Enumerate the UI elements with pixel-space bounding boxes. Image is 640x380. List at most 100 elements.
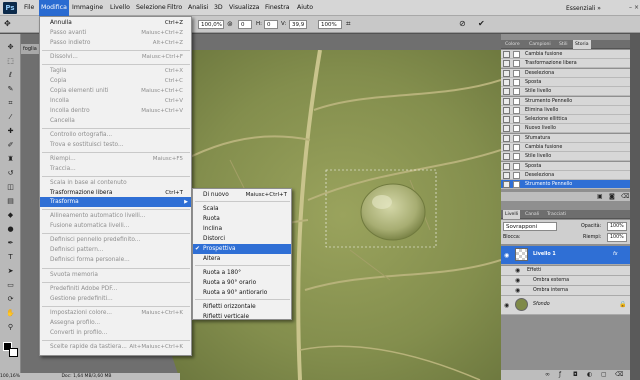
history-source-checkbox[interactable]: [503, 181, 510, 189]
menu-finestra[interactable]: Finestra: [265, 0, 290, 16]
edit-menu-item[interactable]: Annulla Ctrl+Z: [40, 18, 191, 28]
shape-tool-icon[interactable]: ▭: [3, 280, 18, 290]
history-source-checkbox[interactable]: [503, 60, 510, 68]
layer-effects-row[interactable]: ◉ Effetti: [501, 266, 631, 276]
history-state[interactable]: Stile livello: [501, 87, 631, 97]
zoom-tool-icon[interactable]: ⚲: [3, 322, 18, 332]
history-source-checkbox[interactable]: [503, 88, 510, 96]
edit-menu-item[interactable]: Passo avanti Maiusc+Ctrl+Z: [40, 28, 191, 38]
link-icon[interactable]: ⊚: [227, 19, 233, 29]
history-source-checkbox[interactable]: [503, 171, 510, 179]
edit-menu-item[interactable]: Impostazioni colore... Maiusc+Ctrl+K: [40, 308, 191, 318]
transform-menu-item[interactable]: Distorci: [193, 234, 291, 244]
edit-menu-item[interactable]: Scelte rapide da tastiera... Alt+Maiusc+C…: [40, 342, 191, 352]
path-select-icon[interactable]: ➤: [3, 266, 18, 276]
transform-menu-item[interactable]: Altera: [193, 254, 291, 264]
transform-menu-item[interactable]: Ruota: [193, 214, 291, 224]
menu-analisi[interactable]: Analisi: [188, 0, 208, 16]
fill-field[interactable]: 100%: [607, 233, 627, 242]
move-tool-icon[interactable]: ✥: [3, 42, 18, 52]
history-state[interactable]: Stile livello: [501, 152, 631, 162]
edit-menu-item[interactable]: Copia Ctrl+C: [40, 76, 191, 86]
trash-icon[interactable]: ⌫: [621, 192, 629, 201]
camera-icon[interactable]: ◙: [609, 192, 615, 201]
blend-mode-select[interactable]: Sovrapponi: [503, 222, 557, 231]
healing-brush-icon[interactable]: ✚: [3, 126, 18, 136]
edit-menu-item[interactable]: Trova e sostituisci testo...: [40, 140, 191, 150]
angle-field[interactable]: 0: [238, 20, 252, 29]
tab-campioni[interactable]: Campioni: [527, 40, 553, 49]
menu-selezione[interactable]: Selezione: [136, 0, 166, 16]
history-state[interactable]: Deseleziona: [501, 170, 631, 180]
eraser-icon[interactable]: ◫: [3, 182, 18, 192]
lasso-tool-icon[interactable]: ℓ: [3, 70, 18, 80]
warp-icon[interactable]: ⌗: [346, 19, 351, 29]
transform-menu-item[interactable]: Ruota a 90° orario: [193, 278, 291, 288]
history-source-checkbox[interactable]: [503, 134, 510, 142]
clone-stamp-icon[interactable]: ♜: [3, 154, 18, 164]
edit-menu-item[interactable]: Scala in base al contenuto: [40, 178, 191, 188]
tab-livelli[interactable]: Livelli: [503, 210, 521, 219]
eye-icon[interactable]: ◉: [515, 276, 520, 286]
history-state[interactable]: Strumento Pennello: [501, 96, 631, 106]
window-controls[interactable]: – ×: [621, 3, 639, 13]
mask-icon[interactable]: ◘: [573, 370, 578, 380]
marquee-tool-icon[interactable]: ⬚: [3, 56, 18, 66]
edit-menu-item[interactable]: Definisci forma personale...: [40, 255, 191, 265]
zoom-field[interactable]: 100,0%: [198, 20, 224, 29]
history-state[interactable]: Sposta: [501, 77, 631, 87]
transform-menu-item[interactable]: Rifletti orizzontale: [193, 302, 291, 312]
history-source-checkbox[interactable]: [503, 51, 510, 58]
history-source-checkbox[interactable]: [503, 162, 510, 170]
transform-menu-item[interactable]: Di nuovo Maiusc+Ctrl+T: [193, 190, 291, 200]
edit-menu-item[interactable]: Assegna profilo...: [40, 318, 191, 328]
menu-3d[interactable]: 3D: [214, 0, 223, 16]
tab-canali[interactable]: Canali: [523, 210, 541, 219]
tab-storia[interactable]: Storia: [573, 40, 591, 49]
tab-stili[interactable]: Stili: [557, 40, 570, 49]
edit-menu-item[interactable]: Definisci pennello predefinito...: [40, 235, 191, 245]
effect-inner-shadow-row[interactable]: ◉ Ombra interna: [501, 286, 631, 296]
menu-modifica[interactable]: Modifica: [39, 0, 69, 16]
status-zoom[interactable]: 100,16%: [0, 374, 20, 379]
cancel-transform-icon[interactable]: ⊘: [459, 19, 466, 29]
edit-menu-item[interactable]: Svuota memoria: [40, 270, 191, 280]
blur-tool-icon[interactable]: ◆: [3, 210, 18, 220]
dodge-tool-icon[interactable]: ●: [3, 224, 18, 234]
link-layers-icon[interactable]: ∞: [545, 370, 550, 380]
tab-colore[interactable]: Colore: [503, 40, 522, 49]
workspace-switcher[interactable]: Essenziali »: [566, 4, 618, 13]
history-state[interactable]: Deseleziona: [501, 68, 631, 78]
new-layer-icon[interactable]: ▢: [601, 370, 607, 380]
edit-menu-item[interactable]: Taglia Ctrl+X: [40, 66, 191, 76]
edit-menu-item[interactable]: Passo indietro Alt+Ctrl+Z: [40, 38, 191, 48]
history-state[interactable]: Sposta: [501, 161, 631, 171]
history-state[interactable]: Elimina livello: [501, 105, 631, 115]
history-state[interactable]: Strumento Pennello: [501, 180, 631, 190]
pen-tool-icon[interactable]: ✒: [3, 238, 18, 248]
history-source-checkbox[interactable]: [503, 69, 510, 77]
snapshot-icon[interactable]: ▣: [597, 192, 603, 201]
history-state[interactable]: Sfumatura: [501, 133, 631, 143]
layer-row-sfondo[interactable]: ◉ Sfondo 🔒: [501, 296, 631, 315]
history-source-checkbox[interactable]: [503, 97, 510, 105]
menu-filtro[interactable]: Filtro: [167, 0, 182, 16]
edit-menu-item[interactable]: Dissolvi... Maiusc+Ctrl+F: [40, 52, 191, 62]
opacity-field[interactable]: 100%: [607, 222, 627, 231]
background-color-swatch[interactable]: [9, 348, 18, 357]
menu-aiuto[interactable]: Aiuto: [297, 0, 313, 16]
adjustment-icon[interactable]: ◐: [587, 370, 592, 380]
3d-rotate-icon[interactable]: ⟳: [3, 294, 18, 304]
history-state[interactable]: Cambia fusione: [501, 50, 631, 59]
history-state[interactable]: Nuovo livello: [501, 124, 631, 134]
menu-file[interactable]: File: [24, 0, 34, 16]
tab-tracciati[interactable]: Tracciati: [545, 210, 568, 219]
trash-icon[interactable]: ⌫: [615, 370, 623, 380]
eyedropper-icon[interactable]: ⁄: [3, 112, 18, 122]
panel-collapse-strip[interactable]: [630, 34, 640, 380]
history-state[interactable]: Trasformazione libera: [501, 59, 631, 69]
quick-select-icon[interactable]: ✎: [3, 84, 18, 94]
eye-icon[interactable]: ◉: [504, 302, 509, 309]
brush-tool-icon[interactable]: ✐: [3, 140, 18, 150]
history-source-checkbox[interactable]: [503, 106, 510, 114]
